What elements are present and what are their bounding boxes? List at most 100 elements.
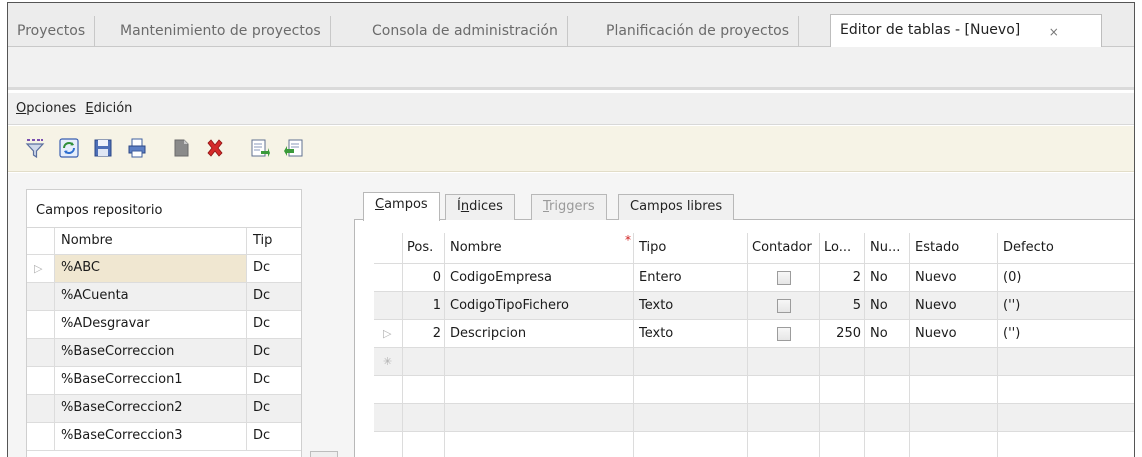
table-row[interactable]: %BaseCorreccion3 Dc [27, 423, 301, 451]
tab-campos-libres[interactable]: Campos libres [618, 194, 735, 220]
cell-longitud[interactable]: 250 [820, 320, 865, 347]
cell-contador [748, 264, 820, 291]
document-tab-strip: Proyectos Mantenimiento de proyectos Con… [8, 3, 1134, 48]
export-button[interactable] [245, 135, 274, 162]
save-button[interactable] [88, 135, 117, 162]
cell-contador [748, 320, 820, 347]
tab-label: Consola de administración [372, 23, 558, 39]
cell-empty [403, 376, 445, 403]
table-row[interactable]: %ADesgravar Dc [27, 311, 301, 339]
tab-consola-de-administracion[interactable]: Consola de administración [363, 16, 568, 47]
tab-mantenimiento-de-proyectos[interactable]: Mantenimiento de proyectos [111, 16, 331, 47]
field-type: Dc [253, 288, 271, 303]
column-header-tipo[interactable]: Tipo [634, 233, 748, 263]
cell-pos[interactable]: 2 [403, 320, 445, 347]
cell-nulo[interactable] [865, 348, 910, 375]
row-indicator-header [27, 228, 55, 254]
cell-empty [865, 404, 910, 431]
table-row[interactable]: 0 CodigoEmpresa Entero 2 No Nuevo (0) [374, 264, 1134, 292]
print-button[interactable] [122, 135, 151, 162]
cell-pos[interactable]: 0 [403, 264, 445, 291]
table-row[interactable]: %BaseCorreccion1 Dc [27, 367, 301, 395]
new-document-button[interactable] [167, 135, 196, 162]
cell-pos[interactable]: 1 [403, 292, 445, 319]
cell-longitud[interactable]: 5 [820, 292, 865, 319]
cell-empty [634, 432, 748, 457]
cell-nulo[interactable]: No [865, 264, 910, 291]
field-type: Dc [253, 372, 271, 387]
table-row[interactable]: ▷ %ABC Dc [27, 255, 301, 283]
cell-empty [910, 404, 998, 431]
cell-empty [820, 404, 865, 431]
column-header-longitud[interactable]: Lo... [820, 233, 865, 263]
cell-defecto[interactable]: ('') [998, 292, 1134, 319]
cell-defecto[interactable] [998, 348, 1134, 375]
field-type: Dc [253, 316, 271, 331]
cell-contador [748, 292, 820, 319]
tab-indices[interactable]: Índices [445, 194, 515, 220]
row-indicator [27, 395, 55, 422]
cell-tipo[interactable]: Texto [634, 320, 748, 347]
cell-defecto[interactable]: (0) [998, 264, 1134, 291]
table-row[interactable]: 1 CodigoTipoFichero Texto 5 No Nuevo (''… [374, 292, 1134, 320]
cell-longitud[interactable] [820, 348, 865, 375]
panel-title: Campos repositorio [27, 190, 301, 228]
cell-tipo[interactable]: Entero [634, 264, 748, 291]
contador-checkbox[interactable] [776, 327, 791, 341]
row-indicator-header [374, 233, 403, 263]
move-field-button[interactable] [310, 451, 338, 457]
tab-campos[interactable]: Campos [363, 192, 440, 221]
required-marker: * [625, 233, 631, 247]
column-header-contador[interactable]: Contador [748, 233, 820, 263]
editor-tabs: Campos Índices Triggers Campos libres [354, 192, 1134, 221]
column-header-tipo[interactable]: Tip [247, 228, 287, 254]
cell-tipo[interactable] [634, 348, 748, 375]
toolbar [8, 126, 1134, 172]
export-icon [251, 139, 270, 157]
filter-button[interactable] [20, 135, 49, 162]
import-button[interactable] [279, 135, 308, 162]
empty-row [374, 432, 1134, 457]
cell-nulo[interactable]: No [865, 292, 910, 319]
table-row[interactable]: ▷ 2 Descripcion Texto 250 No Nuevo ('') [374, 320, 1134, 348]
cell-nulo[interactable]: No [865, 320, 910, 347]
tab-editor-de-tablas[interactable]: Editor de tablas - [Nuevo] × [830, 14, 1102, 48]
column-header-defecto[interactable]: Defecto [998, 233, 1134, 263]
cell-defecto[interactable]: ('') [998, 320, 1134, 347]
cell-empty [403, 404, 445, 431]
cell-longitud[interactable]: 2 [820, 264, 865, 291]
filter-icon [25, 139, 44, 159]
empty-row [374, 376, 1134, 404]
table-row[interactable]: %BaseCorreccion Dc [27, 339, 301, 367]
table-row[interactable]: %ACuenta Dc [27, 283, 301, 311]
field-name: %BaseCorreccion [55, 339, 247, 366]
cell-empty [445, 404, 634, 431]
tab-planificacion-de-proyectos[interactable]: Planificación de proyectos [597, 16, 800, 47]
column-header-nombre[interactable]: Nombre [55, 228, 247, 254]
contador-checkbox[interactable] [776, 299, 791, 313]
delete-button[interactable] [201, 135, 230, 162]
table-row[interactable]: %BaseCorreccion2 Dc [27, 395, 301, 423]
column-header-estado[interactable]: Estado [910, 233, 998, 263]
column-header-nulo[interactable]: Nu... [865, 233, 910, 263]
menu-edicion[interactable]: Edición [85, 101, 132, 116]
cell-empty [445, 432, 634, 457]
cell-pos[interactable] [403, 348, 445, 375]
cell-contador[interactable] [748, 348, 820, 375]
cell-tipo[interactable]: Texto [634, 292, 748, 319]
contador-checkbox[interactable] [776, 271, 791, 285]
cell-empty [748, 404, 820, 431]
cell-empty [403, 432, 445, 457]
column-header-nombre[interactable]: Nombre * [445, 233, 634, 263]
cell-empty [865, 432, 910, 457]
cell-nombre[interactable]: CodigoTipoFichero [445, 292, 634, 319]
column-header-pos[interactable]: Pos. [403, 233, 445, 263]
cell-nombre[interactable]: Descripcion [445, 320, 634, 347]
tab-proyectos[interactable]: Proyectos [8, 16, 96, 47]
close-icon[interactable]: × [1049, 25, 1059, 39]
menu-opciones[interactable]: Opciones [16, 101, 76, 116]
cell-nombre[interactable]: CodigoEmpresa [445, 264, 634, 291]
new-row[interactable]: ✳ [374, 348, 1134, 376]
refresh-button[interactable] [54, 135, 83, 162]
cell-nombre[interactable] [445, 348, 634, 375]
